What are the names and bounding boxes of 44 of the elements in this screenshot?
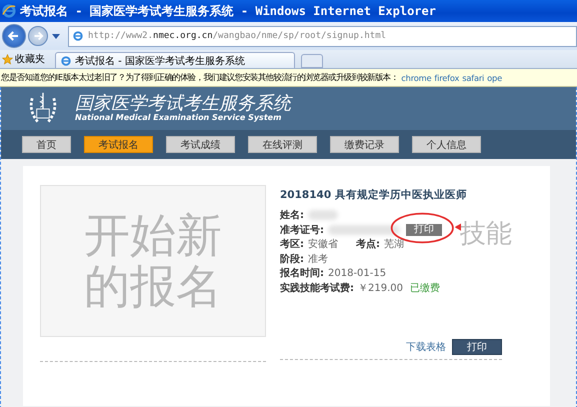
field-label: 阶段: [280,252,304,266]
site-title: 国家医学考试考生服务系统 [75,94,291,114]
field-label: 实践技能考试费: [280,281,354,295]
browser-icon [2,4,16,18]
site-subtitle: National Medical Examination Service System [75,114,282,123]
page-icon [72,30,84,42]
forward-button[interactable] [28,26,48,46]
redaction-blur [308,210,338,220]
nav-tab[interactable]: 考试报名 [84,136,153,153]
info-text: 您是否知道您的IE版本太过老旧了？为了得到正确的体验，我们建议您安装其他较流行的浏览器或升级到较新版本： [1,72,398,83]
fee-value: ￥219.00 [358,282,404,295]
browser-link[interactable]: safari [462,72,484,82]
field-value: 芜湖 [384,238,404,252]
browser-link[interactable]: ope [487,72,502,82]
field-label: 姓名: [280,208,304,222]
window-title: 考试报名 - 国家医学考试考生服务系统 - Windows Internet Explorer [20,2,436,20]
exam-title: 2018140 具有规定学历中医执业医师 [280,188,468,202]
browser-link[interactable]: firefox [434,72,460,82]
favorites-button[interactable]: 收藏夹 [2,52,49,68]
browser-link[interactable]: chrome [401,72,432,82]
redaction-blur [328,224,400,235]
nav-tab[interactable]: 缴费记录 [330,136,399,153]
print-ticket-button[interactable]: 打印 [406,224,442,236]
dropdown-icon[interactable] [52,34,60,38]
payment-status: 已缴费 [410,282,440,295]
page-icon [60,54,72,66]
nav-tab[interactable]: 在线评测 [248,136,317,153]
field-label: 考区: [280,238,304,252]
field-label: 报名时间: [280,266,324,280]
back-button[interactable] [2,24,26,48]
field-value: 安徽省 [308,238,339,252]
browser-tab[interactable]: 考试报名 - 国家医学考试考生服务系统 [55,52,295,68]
download-link[interactable]: 下载表格 [406,340,446,354]
field-label: 准考证号: [280,224,324,237]
address-field[interactable]: http://www2.nmec.org.cn/wangbao/nme/sp/root/signup.html [68,26,577,46]
watermark-text: 技能 [460,218,512,251]
nav-tab[interactable]: 考试成绩 [166,136,235,153]
nav-tab[interactable]: 个人信息 [412,136,481,153]
nav-tab[interactable]: 首页 [22,136,71,153]
field-label: 考点: [356,238,380,252]
print-button[interactable]: 打印 [452,339,502,355]
field-value: 准考 [308,252,328,266]
star-icon [2,54,13,64]
field-value: 2018-01-15 [328,268,386,279]
